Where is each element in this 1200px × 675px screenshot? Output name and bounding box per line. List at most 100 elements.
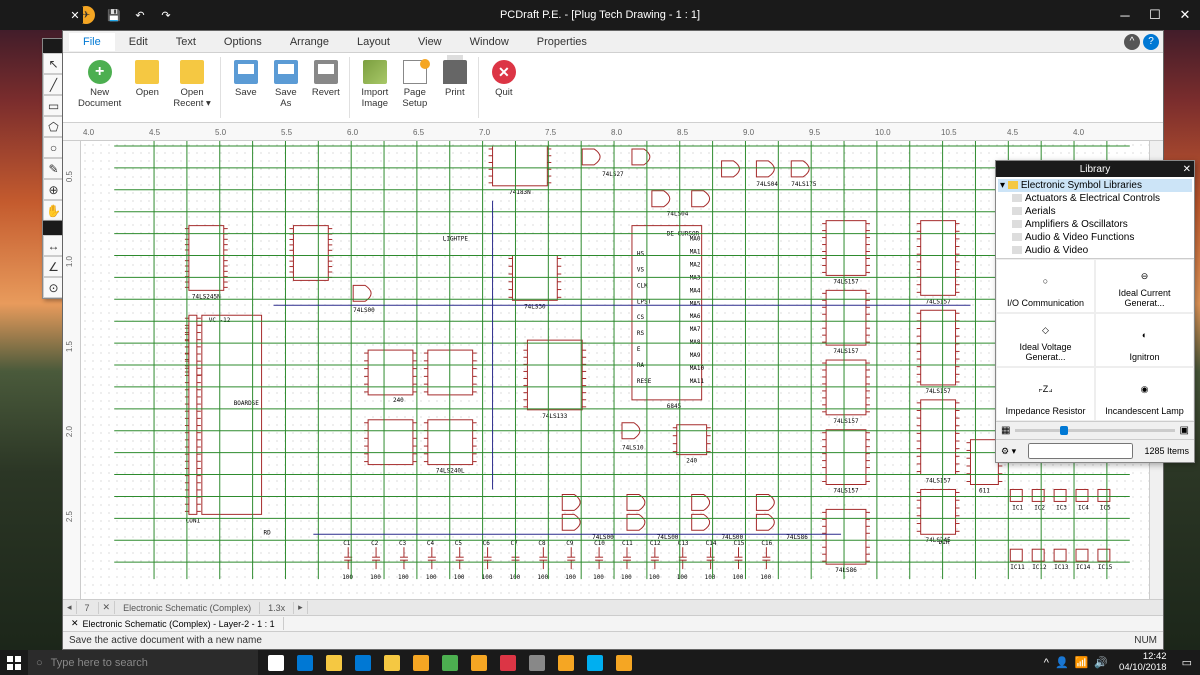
sheet-name[interactable]: Electronic Schematic (Complex)	[115, 602, 260, 614]
line-tool[interactable]: ╱	[43, 74, 64, 95]
tree-item[interactable]: Audio & Video Functions	[998, 231, 1192, 244]
save-quick-icon[interactable]: 💾	[105, 6, 123, 24]
taskbar-app-icon[interactable]	[523, 650, 551, 675]
polygon-tool[interactable]: ⬠	[43, 116, 64, 137]
import-image-button[interactable]: Import Image	[356, 57, 394, 113]
taskbar-app-icon[interactable]	[465, 650, 493, 675]
svg-text:RESE: RESE	[637, 378, 652, 385]
tray-network-icon[interactable]: 📶	[1075, 656, 1089, 669]
ellipse-tool[interactable]: ○	[43, 137, 64, 158]
rect-tool[interactable]: ▭	[43, 95, 64, 116]
library-symbol[interactable]: ⊖Ideal Current Generat...	[1095, 259, 1194, 313]
svg-text:RD: RD	[264, 529, 272, 536]
taskbar-app-icon[interactable]	[436, 650, 464, 675]
svg-text:74LS86: 74LS86	[835, 567, 857, 574]
freehand-tool[interactable]: ✎	[43, 158, 64, 179]
close-button[interactable]: ✕	[1170, 0, 1200, 30]
taskbar-app-icon[interactable]	[581, 650, 609, 675]
revert-button[interactable]: Revert	[307, 57, 345, 101]
taskbar-app-icon[interactable]	[291, 650, 319, 675]
taskbar-app-icon[interactable]	[262, 650, 290, 675]
library-symbol[interactable]: ◐Ignitron	[1095, 313, 1194, 367]
save-as-button[interactable]: Save As	[267, 57, 305, 113]
menu-options[interactable]: Options	[210, 33, 276, 51]
library-tree[interactable]: ▾ Electronic Symbol Libraries Actuators …	[996, 177, 1194, 259]
doc-tab[interactable]: ✕Electronic Schematic (Complex) - Layer-…	[63, 617, 284, 630]
sheet-zoom[interactable]: 1.3x	[260, 602, 294, 614]
taskbar-search[interactable]: ○ Type here to search	[28, 650, 258, 675]
help-icon[interactable]: ?	[1143, 34, 1159, 50]
library-search-input[interactable]	[1028, 443, 1133, 459]
tray-volume-icon[interactable]: 🔊	[1094, 656, 1108, 669]
print-button[interactable]: Print	[436, 57, 474, 101]
doc-tab-close-icon[interactable]: ✕	[71, 618, 79, 629]
library-symbol[interactable]: ⟔Z⟓Impedance Resistor	[996, 367, 1095, 421]
maximize-button[interactable]: ☐	[1140, 0, 1170, 30]
start-button[interactable]	[0, 650, 28, 675]
tree-item[interactable]: Actuators & Electrical Controls	[998, 192, 1192, 205]
new-document-button[interactable]: +New Document	[73, 57, 126, 113]
taskbar-app-icon[interactable]	[407, 650, 435, 675]
symbol-size-slider[interactable]	[1015, 429, 1174, 432]
svg-text:C8: C8	[538, 540, 546, 547]
svg-text:74LS175: 74LS175	[791, 181, 817, 188]
svg-text:74LS240L: 74LS240L	[436, 468, 465, 475]
menu-file[interactable]: File	[69, 33, 115, 51]
menu-arrange[interactable]: Arrange	[276, 33, 343, 51]
taskbar-app-icon[interactable]	[610, 650, 638, 675]
panel-close-icon[interactable]: ✕	[67, 7, 83, 23]
taskbar-app-icon[interactable]	[378, 650, 406, 675]
tree-item[interactable]: Aerials	[998, 205, 1192, 218]
menu-properties[interactable]: Properties	[523, 33, 601, 51]
taskbar-clock[interactable]: 12:4204/10/2018	[1114, 652, 1172, 673]
open-recent-button[interactable]: Open Recent ▾	[168, 57, 216, 113]
taskbar-app-icon[interactable]	[552, 650, 580, 675]
redo-icon[interactable]: ↷	[157, 6, 175, 24]
taskbar-app-icon[interactable]	[349, 650, 377, 675]
taskbar-app-icon[interactable]	[494, 650, 522, 675]
sheet-prev[interactable]: ◂	[63, 601, 77, 614]
tray-up-icon[interactable]: ^	[1044, 657, 1049, 669]
open-button[interactable]: Open	[128, 57, 166, 101]
tree-root[interactable]: ▾ Electronic Symbol Libraries	[998, 179, 1192, 192]
svg-text:100: 100	[537, 574, 548, 581]
hdim-tool[interactable]: ↔	[43, 235, 64, 256]
svg-text:C1: C1	[343, 540, 351, 547]
undo-icon[interactable]: ↶	[131, 6, 149, 24]
svg-text:74LS04: 74LS04	[756, 181, 778, 188]
sheet-next[interactable]: ▸	[294, 601, 308, 614]
library-symbol[interactable]: ○I/O Communication	[996, 259, 1095, 313]
select-tool[interactable]: ↖	[43, 53, 64, 74]
marker-tool[interactable]: ⊕	[43, 179, 64, 200]
menu-text[interactable]: Text	[162, 33, 210, 51]
quit-button[interactable]: ✕Quit	[485, 57, 523, 101]
menu-edit[interactable]: Edit	[115, 33, 162, 51]
collapse-ribbon-icon[interactable]: ^	[1124, 34, 1140, 50]
tray-people-icon[interactable]: 👤	[1055, 656, 1069, 669]
page-setup-button[interactable]: Page Setup	[396, 57, 434, 113]
sheet-close-icon[interactable]: ✕	[99, 601, 116, 614]
menu-window[interactable]: Window	[456, 33, 523, 51]
grid-small-icon[interactable]: ▦	[1001, 425, 1010, 436]
svg-text:C7: C7	[510, 540, 518, 547]
radius-tool[interactable]: ⊙	[43, 277, 64, 298]
tree-item[interactable]: Audio & Video	[998, 244, 1192, 257]
minimize-button[interactable]: ─	[1110, 0, 1140, 30]
menu-view[interactable]: View	[404, 33, 456, 51]
grid-large-icon[interactable]: ▣	[1180, 425, 1189, 436]
document-tabs: ✕Electronic Schematic (Complex) - Layer-…	[63, 615, 1163, 631]
library-close-icon[interactable]: ✕	[1183, 164, 1191, 175]
settings-icon[interactable]: ⚙ ▾	[1001, 446, 1016, 457]
angle-tool[interactable]: ∠	[43, 256, 64, 277]
taskbar-app-icon[interactable]	[320, 650, 348, 675]
svg-text:100: 100	[426, 574, 437, 581]
library-symbol[interactable]: ◇Ideal Voltage Generat...	[996, 313, 1095, 367]
svg-text:MA9: MA9	[690, 352, 701, 359]
save-button[interactable]: Save	[227, 57, 265, 101]
sheet-page[interactable]: 7	[77, 602, 99, 614]
menu-layout[interactable]: Layout	[343, 33, 404, 51]
tree-item[interactable]: Amplifiers & Oscillators	[998, 218, 1192, 231]
library-symbol[interactable]: ◉Incandescent Lamp	[1095, 367, 1194, 421]
hand-tool[interactable]: ✋	[43, 200, 64, 221]
tray-notifications-icon[interactable]: ▭	[1178, 656, 1196, 669]
